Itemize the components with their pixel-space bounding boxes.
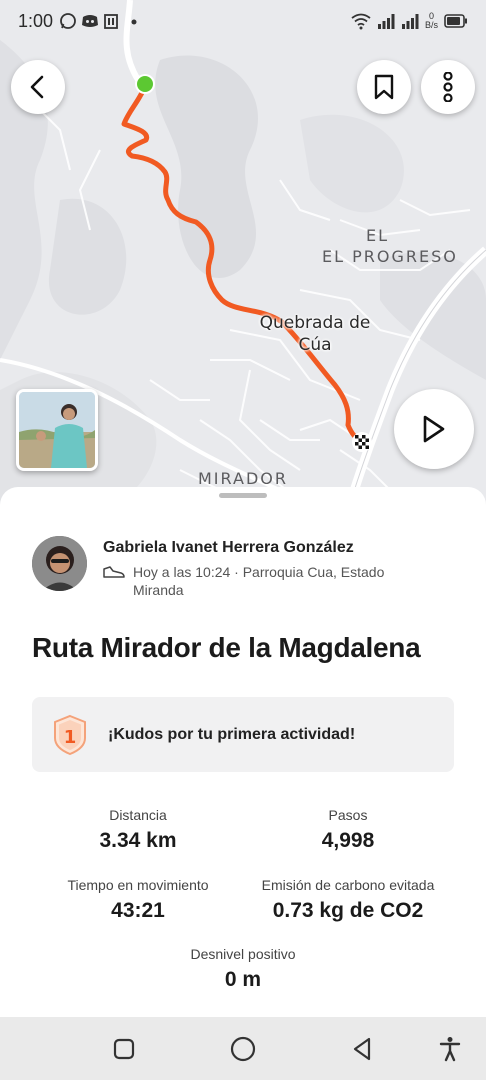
accessibility-button[interactable] <box>434 1033 466 1065</box>
stat-steps-value: 4,998 <box>321 829 375 852</box>
chevron-left-icon <box>30 75 44 99</box>
stat-carbon-saved: Emisión de carbono evitada 0.73 kg de CO… <box>238 877 458 923</box>
battery-icon <box>444 14 467 28</box>
wifi-icon <box>351 13 371 30</box>
accessibility-icon <box>439 1037 461 1062</box>
stat-elevation-gain-value: 0 m <box>224 968 262 991</box>
activity-meta: Hoy a las 10:24 · Parroquia Cua, Estado … <box>103 563 403 599</box>
app-notification-icon <box>104 14 118 29</box>
activity-photo-thumbnail[interactable] <box>16 389 98 471</box>
activity-photo <box>19 392 95 468</box>
play-flyover-button[interactable] <box>394 389 474 469</box>
more-notifications-dot-icon <box>131 19 137 25</box>
stat-moving-time-value: 43:21 <box>111 899 165 922</box>
more-vertical-icon <box>443 72 453 102</box>
triangle-back-icon <box>353 1037 371 1061</box>
stat-carbon-saved-label: Emisión de carbono evitada <box>261 877 435 893</box>
stat-elevation-gain-label: Desnivel positivo <box>190 946 296 962</box>
circle-icon <box>230 1036 256 1062</box>
map-label-mirador: MIRADOR <box>198 469 288 488</box>
stat-moving-time: Tiempo en movimiento 43:21 <box>28 877 248 923</box>
map-label-quebrada-de-cua: Quebrada de Cúa <box>259 313 371 355</box>
signal-1-icon <box>377 14 395 29</box>
avatar-image <box>32 536 87 591</box>
status-bar: 1:00 0 B/s <box>0 0 486 42</box>
activity-date-location: Hoy a las 10:24 · Parroquia Cua, Estado <box>133 564 385 580</box>
first-activity-badge-icon: 1 <box>54 714 86 756</box>
square-icon <box>113 1038 135 1060</box>
bookmark-button[interactable] <box>357 60 411 114</box>
discord-icon <box>82 15 99 27</box>
map-label-el: EL <box>366 226 390 245</box>
map-label-el-progreso: EL PROGRESO <box>322 247 458 266</box>
home-button[interactable] <box>227 1033 259 1065</box>
stat-steps: Pasos 4,998 <box>238 807 458 853</box>
back-nav-button[interactable] <box>346 1033 378 1065</box>
more-options-button[interactable] <box>421 60 475 114</box>
start-marker <box>137 76 153 92</box>
net-speed: 0 B/s <box>424 11 438 30</box>
stat-distance: Distancia 3.34 km <box>28 807 248 853</box>
svg-text:1: 1 <box>64 727 77 748</box>
bookmark-icon <box>374 74 394 100</box>
system-navigation-bar <box>0 1017 486 1080</box>
route-map[interactable]: EL EL PROGRESO Quebrada de Cúa MIRADOR 1… <box>0 0 486 520</box>
play-icon <box>423 415 445 443</box>
shoe-icon <box>103 566 125 578</box>
stat-distance-value: 3.34 km <box>99 829 177 852</box>
finish-marker <box>355 435 369 449</box>
athlete-name[interactable]: Gabriela Ivanet Herrera González <box>103 539 354 557</box>
stat-distance-label: Distancia <box>109 807 167 823</box>
athlete-avatar[interactable] <box>32 536 87 591</box>
stat-elevation-gain: Desnivel positivo 0 m <box>133 946 353 992</box>
stat-carbon-saved-value: 0.73 kg de CO2 <box>272 899 424 922</box>
activity-location-continued: Miranda <box>133 582 184 598</box>
signal-2-icon <box>401 14 419 29</box>
activity-details-sheet: Gabriela Ivanet Herrera González Hoy a l… <box>0 487 486 1017</box>
sheet-drag-handle[interactable] <box>219 493 267 498</box>
stat-steps-label: Pasos <box>328 807 368 823</box>
kudos-card[interactable]: 1 ¡Kudos por tu primera actividad! <box>32 697 454 772</box>
stat-moving-time-label: Tiempo en movimiento <box>67 877 209 893</box>
whatsapp-icon <box>60 13 76 29</box>
recent-apps-button[interactable] <box>108 1033 140 1065</box>
activity-title: Ruta Mirador de la Magdalena <box>32 632 421 663</box>
back-button[interactable] <box>11 60 65 114</box>
status-time: 1:00 <box>18 10 54 31</box>
kudos-message: ¡Kudos por tu primera actividad! <box>108 726 356 743</box>
